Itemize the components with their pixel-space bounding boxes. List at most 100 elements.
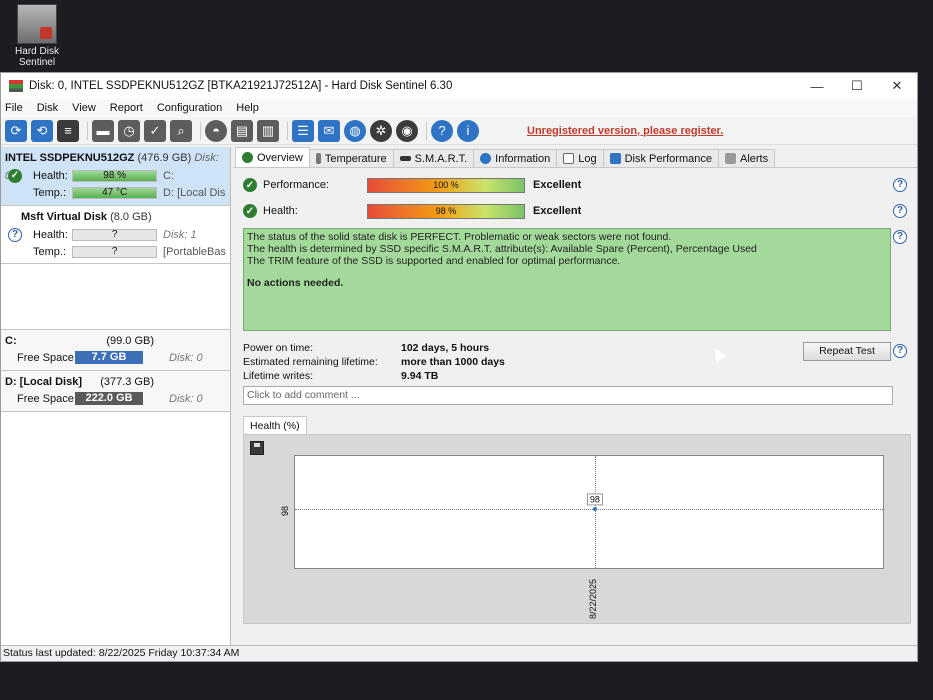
- overview-pane: ✓ Performance: 100 % Excellent ? ✓ Healt…: [233, 167, 917, 645]
- performance-row: ✓ Performance: 100 % Excellent: [243, 176, 581, 194]
- health-side: C:: [163, 169, 175, 182]
- menu-disk[interactable]: Disk: [37, 102, 58, 114]
- close-button[interactable]: ✕: [877, 78, 917, 94]
- toolbar-separator: [87, 121, 88, 140]
- disk-health-row: ✓ Health: 98 % C:: [5, 167, 226, 184]
- free-space-label: Free Space: [17, 392, 74, 405]
- temp-side: D: [Local Disk]: [163, 186, 226, 199]
- tab-label: Alerts: [739, 152, 769, 165]
- health-chart-area: 98 98 8/22/2025: [243, 434, 911, 624]
- app-icon: [9, 80, 23, 92]
- minimize-button[interactable]: —: [797, 79, 837, 94]
- desktop-icon-hard-disk-sentinel[interactable]: Hard Disk Sentinel: [6, 2, 68, 68]
- smart-icon: [399, 156, 411, 161]
- check-icon: ✓: [8, 168, 22, 183]
- volume-size: (377.3 GB): [100, 376, 154, 388]
- temp-label: Temp.:: [33, 186, 67, 199]
- chart-tab-health[interactable]: Health (%): [243, 416, 307, 435]
- temp-bar: 47 °C: [72, 186, 158, 199]
- menu-help[interactable]: Help: [236, 102, 259, 114]
- disk-name-row: INTEL SSDPEKNU512GZ (476.9 GB) Disk: 0: [5, 149, 226, 182]
- help-icon[interactable]: ?: [893, 204, 907, 218]
- performance-label: Performance:: [263, 179, 330, 191]
- temp-side: [PortableBase]: [163, 245, 226, 258]
- power-on-label: Power on time:: [243, 342, 314, 354]
- tab-disk-performance[interactable]: Disk Performance: [602, 149, 719, 167]
- health-bar: ?: [72, 228, 158, 241]
- tab-temperature[interactable]: Temperature: [308, 149, 394, 167]
- tab-information[interactable]: Information: [473, 149, 558, 167]
- menu-report[interactable]: Report: [110, 102, 143, 114]
- free-space-bar: 7.7 GB: [75, 351, 143, 364]
- free-space-label: Free Space: [17, 351, 74, 364]
- tab-label: Information: [495, 152, 551, 165]
- repeat-test-button[interactable]: Repeat Test: [803, 342, 891, 361]
- globe-icon[interactable]: ◍: [344, 119, 366, 142]
- refresh-icon[interactable]: ⟳: [5, 119, 27, 142]
- tab-label: Disk Performance: [624, 152, 712, 165]
- hard-disk-icon: [17, 4, 57, 44]
- info-icon[interactable]: i: [457, 119, 479, 142]
- audio-icon[interactable]: ◉: [396, 119, 418, 142]
- help-icon[interactable]: ?: [893, 230, 907, 244]
- disk-test-icon[interactable]: ▬: [92, 119, 114, 142]
- data-point: [592, 506, 597, 511]
- comment-input[interactable]: Click to add comment ...: [243, 386, 893, 405]
- app-window: Disk: 0, INTEL SSDPEKNU512GZ [BTKA21921J…: [0, 72, 918, 662]
- unregistered-link[interactable]: Unregistered version, please register.: [527, 125, 723, 137]
- volume-card-c[interactable]: C: (99.0 GB) Free Space 7.7 GB Disk: 0: [1, 330, 230, 371]
- status-message-box: The status of the solid state disk is PE…: [243, 228, 891, 331]
- disk-schedule-icon[interactable]: ◷: [118, 119, 140, 142]
- disk-temp-row: Temp.: 47 °C D: [Local Disk]: [5, 184, 226, 201]
- network-disk-icon[interactable]: ▤: [231, 119, 253, 142]
- toolbar: ⟳ ⟲ ≡ ▬ ◷ ✓ ⌕ ◓ ▤ ▥ ☰ ✉ ◍ ✲ ◉ ? i Unregi…: [1, 117, 917, 145]
- disk-name-row: Msft Virtual Disk (8.0 GB): [5, 208, 226, 226]
- log-icon: [563, 153, 575, 164]
- disk-check-icon[interactable]: ✓: [144, 119, 166, 142]
- help-icon[interactable]: ?: [431, 119, 453, 142]
- help-icon[interactable]: ?: [893, 344, 907, 358]
- menu-file[interactable]: File: [5, 102, 23, 114]
- power-on-row: Power on time: 102 days, 5 hours: [243, 342, 505, 356]
- tab-log[interactable]: Log: [556, 149, 604, 167]
- tab-alerts[interactable]: Alerts: [717, 149, 776, 167]
- mail-icon[interactable]: ✉: [318, 119, 340, 142]
- health-side: Disk: 1: [163, 228, 197, 241]
- info-grid: Power on time: 102 days, 5 hours Estimate…: [243, 342, 505, 384]
- helmet-icon[interactable]: ◓: [205, 119, 227, 142]
- toolbar-separator: [426, 121, 427, 140]
- disk-search-icon[interactable]: ⌕: [170, 119, 192, 142]
- x-tick-label: 8/22/2025: [587, 578, 598, 619]
- report-icon[interactable]: ☰: [292, 119, 314, 142]
- volume-disk: Disk: 0: [169, 392, 203, 405]
- settings-icon[interactable]: ✲: [370, 119, 392, 142]
- disk-copy-icon[interactable]: ▥: [257, 119, 279, 142]
- toolbar-separator: [200, 121, 201, 140]
- save-icon[interactable]: [250, 441, 264, 455]
- check-icon: ✓: [243, 204, 257, 218]
- menu-bar: File Disk View Report Configuration Help: [1, 99, 917, 117]
- menu-configuration[interactable]: Configuration: [157, 102, 222, 114]
- message-line: The status of the solid state disk is PE…: [247, 231, 672, 243]
- disk-temp-row: Temp.: ? [PortableBase]: [5, 243, 226, 260]
- disk-card-0[interactable]: INTEL SSDPEKNU512GZ (476.9 GB) Disk: 0 ✓…: [1, 147, 230, 206]
- tab-bar: Overview Temperature S.M.A.R.T. Informat…: [233, 147, 917, 167]
- maximize-button[interactable]: ☐: [837, 78, 877, 94]
- refresh-all-icon[interactable]: ⟲: [31, 119, 53, 142]
- message-line: The health is determined by SSD specific…: [247, 243, 757, 255]
- disk-card-1[interactable]: Msft Virtual Disk (8.0 GB) ? Health: ? D…: [1, 206, 230, 264]
- disk-list-icon[interactable]: ≡: [57, 119, 79, 142]
- grid-line-vertical: [594, 456, 596, 568]
- tab-smart[interactable]: S.M.A.R.T.: [392, 149, 475, 167]
- volume-card-d[interactable]: D: [Local Disk] (377.3 GB) Free Space 22…: [1, 371, 230, 412]
- volume-size: (99.0 GB): [106, 335, 154, 347]
- alert-icon: [724, 153, 736, 164]
- lifetime-label: Estimated remaining lifetime:: [243, 356, 378, 368]
- check-icon: [242, 152, 253, 163]
- tab-overview[interactable]: Overview: [235, 147, 310, 167]
- writes-label: Lifetime writes:: [243, 370, 314, 382]
- lifetime-row: Estimated remaining lifetime: more than 1…: [243, 356, 505, 370]
- help-icon[interactable]: ?: [893, 178, 907, 192]
- volume-title: C: (99.0 GB): [5, 333, 226, 349]
- menu-view[interactable]: View: [72, 102, 96, 114]
